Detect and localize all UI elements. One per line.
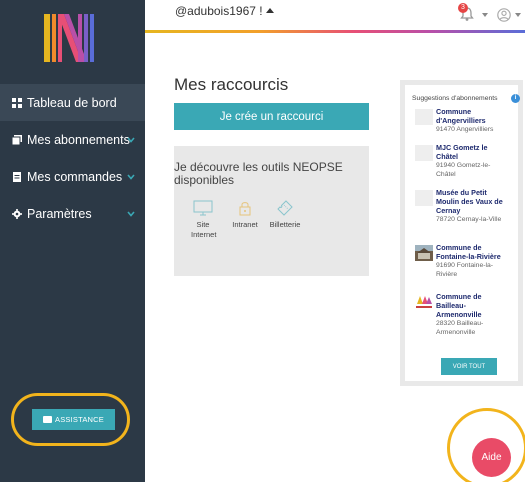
placeholder-image-icon <box>415 190 433 206</box>
chevron-down-icon <box>127 137 135 143</box>
suggestion-location: 28320 Bailleau- <box>436 320 484 327</box>
dashboard-icon <box>12 97 22 108</box>
suggestion-name: Commune de <box>436 292 482 301</box>
user-menu[interactable]: @adubois1967 ! <box>175 4 274 18</box>
tools-card: Je découvre les outils NEOPSE disponible… <box>174 146 369 276</box>
suggestion-location: 91690 Fontaine-la- <box>436 262 494 269</box>
tool-billetterie[interactable]: Billetterie <box>266 200 304 230</box>
create-shortcut-button[interactable]: Je crée un raccourci <box>174 103 369 130</box>
suggestion-name: Commune <box>436 107 472 116</box>
suggestion-name: Cernay <box>436 206 461 215</box>
sidebar-item-label: Mes commandes <box>27 169 123 184</box>
suggestion-name: Commune de <box>436 243 482 252</box>
suggestion-name: Châtel <box>436 152 458 161</box>
ticket-icon <box>277 200 293 216</box>
suggestion-name: d'Angervilliers <box>436 116 486 125</box>
chevron-down-icon[interactable] <box>482 13 488 17</box>
username: @adubois1967 ! <box>175 4 263 18</box>
sidebar-item-dashboard[interactable]: Tableau de bord <box>0 84 145 121</box>
suggestion-name: Fontaine-la-Rivière <box>436 252 501 261</box>
user-avatar-icon[interactable] <box>497 8 511 22</box>
tool-site-internet[interactable]: Site Internet <box>191 200 217 240</box>
monitor-icon <box>193 200 213 216</box>
topbar-gradient-line <box>145 30 525 33</box>
sidebar-item-settings[interactable]: Paramètres <box>0 195 145 232</box>
suggestion-name: Bailleau- <box>436 301 466 310</box>
tools-card-title: Je découvre les outils NEOPSE disponible… <box>174 160 343 187</box>
sidebar-nav: Tableau de bord Mes abonnements Mes comm… <box>0 84 145 232</box>
sidebar-item-label: Mes abonnements <box>27 132 130 147</box>
highlight-circle-assistance <box>11 393 130 446</box>
suggestions-list: Suggestions d'abonnements i Commune d'An… <box>405 85 520 381</box>
town-photo-icon <box>415 245 433 261</box>
subscriptions-icon <box>12 134 22 145</box>
page-title: Mes raccourcis <box>174 75 289 94</box>
chevron-down-icon <box>127 174 135 180</box>
suggestion-name: Moulin des Vaux de <box>436 197 503 206</box>
caret-up-icon <box>265 8 274 13</box>
suggestion-name: MJC Gometz le <box>436 143 488 152</box>
suggestion-location: Rivière <box>436 271 458 278</box>
suggestion-location: 91940 Gometz-le- <box>436 162 491 169</box>
suggestion-location: 91470 Angervilliers <box>436 126 494 133</box>
chevron-down-icon <box>127 211 135 217</box>
tool-label: Site <box>196 220 210 229</box>
orders-icon <box>13 171 21 182</box>
placeholder-image-icon <box>415 109 433 125</box>
town-logo-icon <box>416 296 432 308</box>
tool-label: Internet <box>191 230 217 239</box>
suggestion-location: 78720 Cernay-la-Ville <box>436 216 502 223</box>
placeholder-image-icon <box>415 145 433 161</box>
tool-label: Intranet <box>232 220 258 229</box>
sidebar-item-label: Paramètres <box>27 206 92 221</box>
info-icon[interactable]: i <box>511 94 520 103</box>
suggestions-panel: Suggestions d'abonnements i Commune d'An… <box>400 80 523 386</box>
sidebar-item-label: Tableau de bord <box>27 95 117 110</box>
tool-intranet[interactable]: Intranet <box>226 200 264 230</box>
suggestion-name: Musée du Petit <box>436 188 487 197</box>
suggestion-location: Châtel <box>436 171 456 178</box>
tool-label: Billetterie <box>269 220 301 229</box>
lock-icon <box>239 202 251 216</box>
suggestions-title: Suggestions d'abonnements <box>412 95 498 102</box>
highlight-circle-aide <box>447 408 525 482</box>
chevron-down-icon[interactable] <box>515 13 521 17</box>
gear-icon <box>12 208 22 219</box>
neopse-logo[interactable] <box>38 8 100 66</box>
suggestion-location: Armenonville <box>436 329 476 336</box>
sidebar-item-orders[interactable]: Mes commandes <box>0 158 145 195</box>
voir-tout-button[interactable]: VOIR TOUT <box>441 358 497 375</box>
sidebar-item-subscriptions[interactable]: Mes abonnements <box>0 121 145 158</box>
notification-badge: 3 <box>458 3 468 13</box>
suggestion-name: Armenonville <box>436 310 482 319</box>
